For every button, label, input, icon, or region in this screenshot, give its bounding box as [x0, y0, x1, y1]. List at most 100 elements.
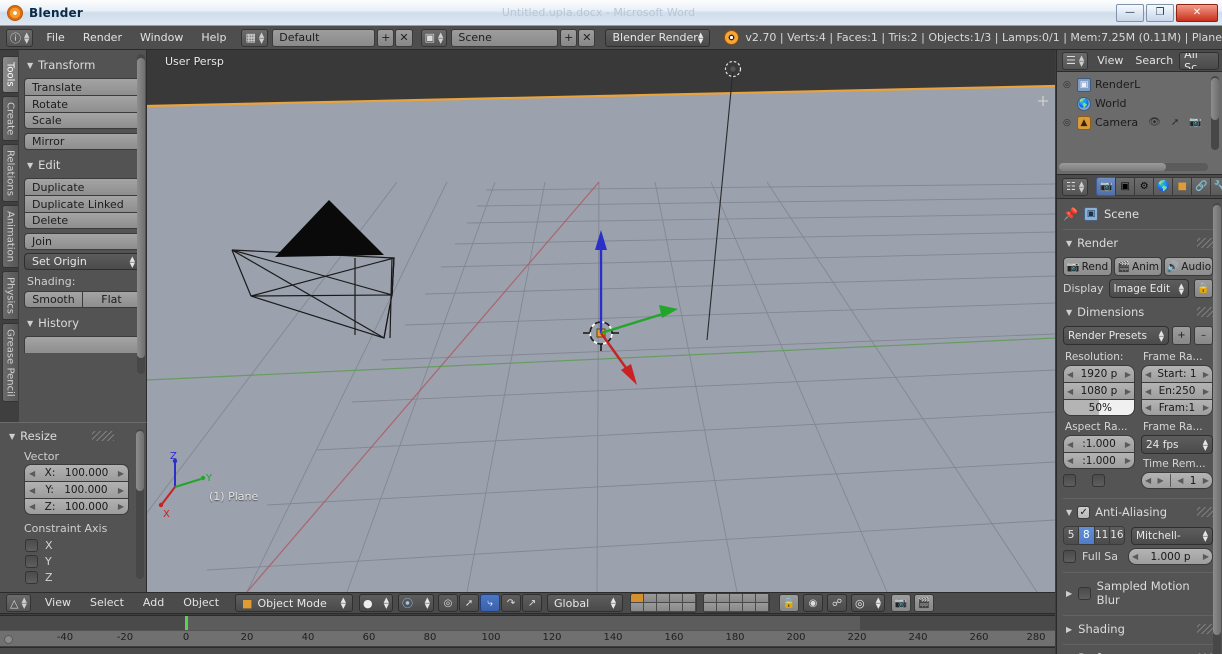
minimize-button[interactable]: — [1116, 3, 1144, 22]
close-button[interactable]: ✕ [1176, 3, 1218, 22]
constraint-axis-z-row[interactable]: Z [25, 571, 129, 584]
scene-layers-top[interactable] [630, 593, 698, 613]
vp-menu-add[interactable]: Add [134, 592, 173, 614]
increment-arrow-icon[interactable]: ▶ [1125, 370, 1131, 379]
aa-sample-5[interactable]: 5 [1064, 527, 1080, 544]
outliner-menu-view[interactable]: View [1091, 50, 1129, 72]
frame-end-field[interactable]: ◀ En:250 ▶ [1141, 382, 1213, 399]
render-layers-tab[interactable]: ▣ [1115, 177, 1135, 196]
add-scene-button[interactable]: + [560, 28, 578, 47]
increment-arrow-icon[interactable]: ▶ [1125, 387, 1131, 396]
panel-sampled-motion-blur-header[interactable]: ▶ Sampled Motion Blur [1063, 575, 1213, 611]
manipulator-toggle-icon[interactable]: ◎ [438, 594, 459, 612]
menu-file[interactable]: File [37, 27, 73, 49]
resize-z-field[interactable]: ◀ Z: 100.000 ▶ [24, 498, 129, 515]
3d-viewport[interactable]: User Persp Z Y X (1) Plane [147, 50, 1055, 592]
resolution-percentage-slider[interactable]: 50% [1063, 399, 1135, 416]
increment-arrow-icon[interactable]: ▶ [118, 486, 124, 495]
menu-window[interactable]: Window [131, 27, 192, 49]
lock-object-modes-icon[interactable]: 🔒 [779, 594, 800, 612]
render-presets-selector[interactable]: Render Presets ▲ ▼ [1063, 326, 1169, 345]
panel-history-header[interactable]: ▼ History [24, 312, 141, 334]
render-audio-button[interactable]: 🔊 Audio [1164, 257, 1214, 276]
increment-arrow-icon[interactable]: ▶ [1203, 552, 1209, 561]
panel-edit-header[interactable]: ▼ Edit [24, 154, 141, 176]
antialiasing-checkbox[interactable]: ✓ [1077, 505, 1091, 519]
frame-rate-selector[interactable]: 24 fps ▲ ▼ [1141, 435, 1213, 454]
render-animation-button[interactable]: 🎬 Anim [1113, 257, 1163, 276]
render-active-view-icon[interactable]: 📷 [891, 594, 912, 612]
panel-shading-header[interactable]: ▶ Shading [1063, 618, 1219, 640]
rotate-manipulator-icon[interactable]: ⤷ [480, 594, 501, 612]
outliner-vertical-scrollbar[interactable] [1211, 76, 1219, 150]
increment-arrow-icon[interactable]: ▶ [1203, 370, 1209, 379]
aspect-x-field[interactable]: ◀ :1.000 ▶ [1063, 435, 1135, 452]
aa-sample-11[interactable]: 11 [1094, 527, 1110, 544]
resolution-y-field[interactable]: ◀ 1080 p ▶ [1063, 382, 1135, 399]
filter-size-field[interactable]: ◀ 1.000 p ▶ [1128, 548, 1213, 565]
outliner-menu-search[interactable]: Search [1129, 50, 1179, 72]
transform-orientation-selector[interactable]: Global ▲ ▼ [547, 594, 624, 612]
decrement-arrow-icon[interactable]: ◀ [29, 486, 35, 495]
frame-start-field[interactable]: ◀ Start: 1 ▶ [1141, 365, 1213, 382]
constraint-axis-z-checkbox[interactable] [25, 571, 38, 584]
rotate-button[interactable]: Rotate [24, 95, 141, 112]
timeline-ruler[interactable]: -40 -20 0 20 40 60 80 100 120 140 160 18… [0, 630, 1055, 647]
delete-screen-layout-button[interactable]: ✕ [395, 28, 413, 47]
outliner-display-mode[interactable]: All Sc [1179, 51, 1220, 70]
modifiers-tab[interactable]: 🔧 [1210, 177, 1222, 196]
render-opengl-animation-icon[interactable]: 🎬 [914, 594, 935, 612]
shade-smooth-button[interactable]: Smooth [24, 291, 82, 308]
delete-button[interactable]: Delete [24, 212, 141, 229]
render-engine-selector[interactable]: Blender Render ▲ ▼ [605, 28, 711, 47]
scale-manipulator-icon[interactable]: ↗ [522, 594, 543, 612]
remove-preset-button[interactable]: – [1194, 326, 1213, 345]
decrement-arrow-icon[interactable]: ◀ [29, 502, 35, 511]
translate-manipulator-icon[interactable]: ➚ [459, 594, 480, 612]
timeline-playhead[interactable] [185, 616, 188, 630]
scene-field[interactable]: Scene [451, 28, 559, 47]
tool-tab-create[interactable]: Create [1, 95, 18, 141]
viewport-shading-selector[interactable]: ● ▲ ▼ [359, 594, 394, 612]
decrement-arrow-icon[interactable]: ◀ [1145, 476, 1151, 485]
outliner-horizontal-scrollbar[interactable] [1059, 163, 1208, 171]
antialiasing-filter-selector[interactable]: Mitchell- ▲ ▼ [1131, 526, 1213, 545]
time-remapping-field[interactable]: ◀ ▶ ◀ 1 ▶ [1141, 472, 1213, 489]
aa-sample-16[interactable]: 16 [1109, 527, 1124, 544]
tool-tab-tools[interactable]: Tools [1, 56, 18, 93]
panel-render-header[interactable]: ▼ Render [1063, 232, 1219, 254]
tool-shelf-scrollbar[interactable] [137, 54, 145, 374]
maximize-button[interactable]: ❐ [1146, 3, 1174, 22]
tool-tab-animation[interactable]: Animation [1, 204, 18, 268]
render-tab[interactable]: 📷 [1096, 177, 1116, 196]
expand-toggle-icon[interactable]: ◎ [1063, 118, 1073, 128]
set-origin-dropdown[interactable]: Set Origin ▲ ▼ [24, 253, 141, 270]
increment-arrow-icon[interactable]: ▶ [1125, 456, 1131, 465]
menu-help[interactable]: Help [192, 27, 235, 49]
3d-view-editor-icon[interactable]: △ ▲ ▼ [6, 594, 31, 612]
panel-dimensions-header[interactable]: ▼ Dimensions [1063, 301, 1219, 323]
tool-tab-physics[interactable]: Physics [1, 270, 18, 320]
menu-render[interactable]: Render [74, 27, 131, 49]
increment-arrow-icon[interactable]: ▶ [1125, 440, 1131, 449]
restrict-render-camera-icon[interactable]: 📷 [1189, 117, 1201, 128]
redo-panel-scrollbar[interactable] [136, 429, 144, 579]
info-editor-type-selector[interactable]: ⓘ ▲ ▼ [6, 28, 34, 47]
crop-to-border-checkbox[interactable] [1092, 474, 1105, 487]
outliner-editor-icon[interactable]: ☰ ▲ ▼ [1062, 51, 1089, 70]
screen-layout-icon[interactable]: ▦ ▲ ▼ [241, 28, 269, 47]
render-image-button[interactable]: 📷 Rend [1063, 257, 1112, 276]
antialiasing-samples[interactable]: 5 8 11 16 [1063, 526, 1125, 545]
duplicate-button[interactable]: Duplicate [24, 178, 141, 195]
history-undo-button[interactable] [24, 336, 141, 353]
pivot-point-selector[interactable]: ⦿ ▲ ▼ [398, 594, 435, 612]
join-button[interactable]: Join [24, 233, 141, 250]
scene-icon[interactable]: ▣ ▲ ▼ [420, 28, 448, 47]
resize-x-field[interactable]: ◀ X: 100.000 ▶ [24, 464, 129, 481]
full-sample-checkbox[interactable] [1063, 550, 1076, 563]
sampled-motion-blur-checkbox[interactable] [1078, 586, 1091, 600]
pin-icon[interactable]: 📌 [1063, 207, 1078, 221]
increment-arrow-icon[interactable]: ▶ [118, 502, 124, 511]
arc-manipulator-icon[interactable]: ↷ [501, 594, 522, 612]
increment-arrow-icon[interactable]: ▶ [118, 469, 124, 478]
